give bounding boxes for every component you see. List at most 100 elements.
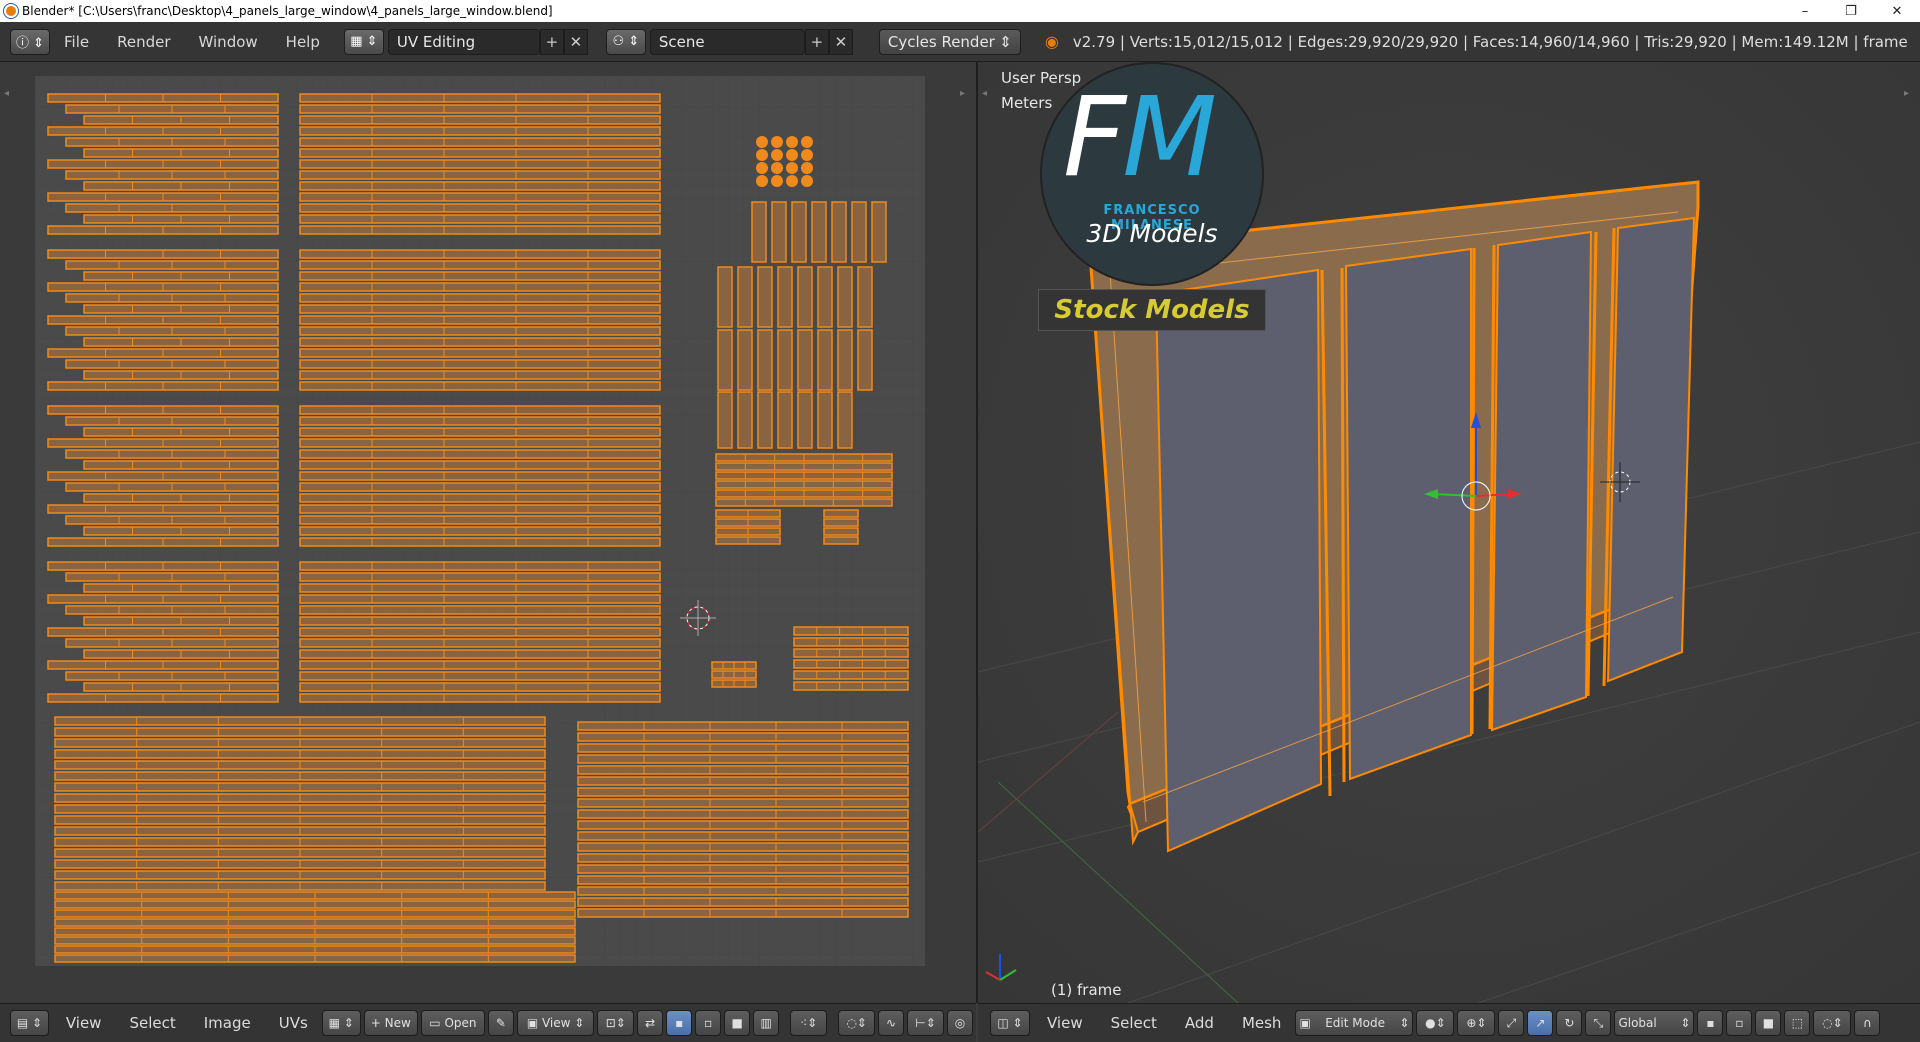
uv-island[interactable]: [737, 266, 753, 328]
menu-help[interactable]: Help: [272, 33, 334, 51]
uv-island[interactable]: [577, 787, 909, 797]
add-scene-icon[interactable]: +: [804, 28, 829, 55]
uv-island[interactable]: [823, 527, 859, 536]
uv-island[interactable]: [851, 201, 867, 263]
pin-icon[interactable]: ✎: [487, 1010, 514, 1036]
uv-island[interactable]: [801, 149, 813, 161]
uv-island[interactable]: [299, 93, 661, 103]
vertex-select-icon[interactable]: ▪: [666, 1010, 693, 1036]
uv-island[interactable]: [577, 853, 909, 863]
uv-island[interactable]: [299, 225, 661, 235]
uv-island[interactable]: [299, 271, 661, 281]
uv-island[interactable]: [299, 293, 661, 303]
viewport-shading-icon[interactable]: ●⇕: [1416, 1010, 1455, 1036]
uv-island[interactable]: [777, 329, 793, 391]
uv-island[interactable]: [786, 136, 798, 148]
menu-file[interactable]: File: [50, 33, 103, 51]
uv-island[interactable]: [837, 266, 853, 328]
uv-island[interactable]: [299, 572, 661, 582]
uv-island[interactable]: [786, 162, 798, 174]
pivot-icon[interactable]: ⊡⇕: [597, 1010, 635, 1036]
uv-island[interactable]: [823, 509, 859, 518]
orientation-select[interactable]: Global ⇕: [1614, 1010, 1695, 1036]
uv-island[interactable]: [577, 809, 909, 819]
uv-island[interactable]: [299, 627, 661, 637]
view3d-menu-select[interactable]: Select: [1097, 1014, 1171, 1032]
view-mode-select[interactable]: ▣ View ⇕: [516, 1010, 595, 1036]
edge-select-icon[interactable]: ▫: [1726, 1010, 1753, 1036]
uv-island[interactable]: [577, 776, 909, 786]
uv-island[interactable]: [793, 637, 909, 647]
uv-island[interactable]: [717, 266, 733, 328]
face-select-icon[interactable]: ■: [724, 1010, 751, 1036]
uv-island[interactable]: [577, 875, 909, 885]
uv-island[interactable]: [299, 693, 661, 703]
uv-island[interactable]: [817, 329, 833, 391]
uv-island[interactable]: [801, 136, 813, 148]
editor-type-info-icon[interactable]: ⓘ ⇕: [10, 28, 50, 55]
uv-island[interactable]: [823, 536, 859, 545]
uv-island[interactable]: [577, 820, 909, 830]
minimize-button[interactable]: –: [1782, 0, 1828, 22]
uv-island[interactable]: [871, 201, 887, 263]
menu-render[interactable]: Render: [103, 33, 184, 51]
menu-window[interactable]: Window: [185, 33, 272, 51]
uv-island[interactable]: [771, 175, 783, 187]
proportional-edit-icon[interactable]: ◌⇕: [1813, 1010, 1852, 1036]
uv-island[interactable]: [299, 638, 661, 648]
uv-island[interactable]: [751, 201, 767, 263]
uv-island[interactable]: [299, 203, 661, 213]
uv-island[interactable]: [299, 460, 661, 470]
uv-island[interactable]: [299, 348, 661, 358]
image-browse-icon[interactable]: ▦ ⇕: [321, 1010, 361, 1036]
uv-island[interactable]: [797, 391, 813, 449]
scene-field[interactable]: Scene: [649, 28, 805, 55]
uv-island[interactable]: [717, 329, 733, 391]
uv-island[interactable]: [577, 765, 909, 775]
uv-island[interactable]: [577, 831, 909, 841]
translate-manipulator-icon[interactable]: ↗: [1527, 1010, 1554, 1036]
rotate-manipulator-icon[interactable]: ↻: [1556, 1010, 1583, 1036]
uv-island[interactable]: [577, 798, 909, 808]
uv-island[interactable]: [577, 754, 909, 764]
uv-island[interactable]: [786, 149, 798, 161]
uv-island[interactable]: [771, 136, 783, 148]
uv-island[interactable]: [793, 670, 909, 680]
edge-select-icon[interactable]: ▫: [695, 1010, 722, 1036]
uv-island[interactable]: [817, 266, 833, 328]
uv-island[interactable]: [299, 594, 661, 604]
uv-island[interactable]: [577, 842, 909, 852]
uv-island[interactable]: [299, 449, 661, 459]
uv-island[interactable]: [299, 282, 661, 292]
uv-island[interactable]: [737, 391, 753, 449]
uv-island[interactable]: [797, 266, 813, 328]
mode-select[interactable]: ▣ Edit Mode ⇕: [1295, 1010, 1414, 1036]
view3d-menu-view[interactable]: View: [1033, 1014, 1097, 1032]
face-select-icon[interactable]: ■: [1755, 1010, 1782, 1036]
remove-scene-icon[interactable]: ✕: [828, 28, 853, 55]
uv-island[interactable]: [577, 732, 909, 742]
uv-island[interactable]: [299, 104, 661, 114]
uv-island[interactable]: [756, 136, 768, 148]
uv-island[interactable]: [793, 626, 909, 636]
uv-menu-view[interactable]: View: [52, 1014, 116, 1032]
uv-island[interactable]: [299, 159, 661, 169]
uv-island[interactable]: [793, 659, 909, 669]
uv-island[interactable]: [299, 170, 661, 180]
add-layout-icon[interactable]: +: [539, 28, 564, 55]
uv-island[interactable]: [299, 526, 661, 536]
uv-island[interactable]: [577, 886, 909, 896]
view3d-menu-add[interactable]: Add: [1171, 1014, 1228, 1032]
sticky-select-icon[interactable]: ⁖⇕: [790, 1010, 828, 1036]
uv-island[interactable]: [791, 201, 807, 263]
snap-icon[interactable]: ⊢⇕: [907, 1010, 944, 1036]
uv-island[interactable]: [299, 504, 661, 514]
sync-selection-icon[interactable]: ⇄: [637, 1010, 664, 1036]
region-toggle-icon[interactable]: ◂: [982, 88, 987, 99]
uv-island[interactable]: [756, 162, 768, 174]
uv-editor-canvas[interactable]: ◂ ▸: [0, 62, 976, 1003]
uv-island[interactable]: [299, 181, 661, 191]
uv-menu-select[interactable]: Select: [115, 1014, 189, 1032]
manipulator-toggle-icon[interactable]: ⤢: [1498, 1010, 1525, 1036]
uv-island[interactable]: [299, 405, 661, 415]
